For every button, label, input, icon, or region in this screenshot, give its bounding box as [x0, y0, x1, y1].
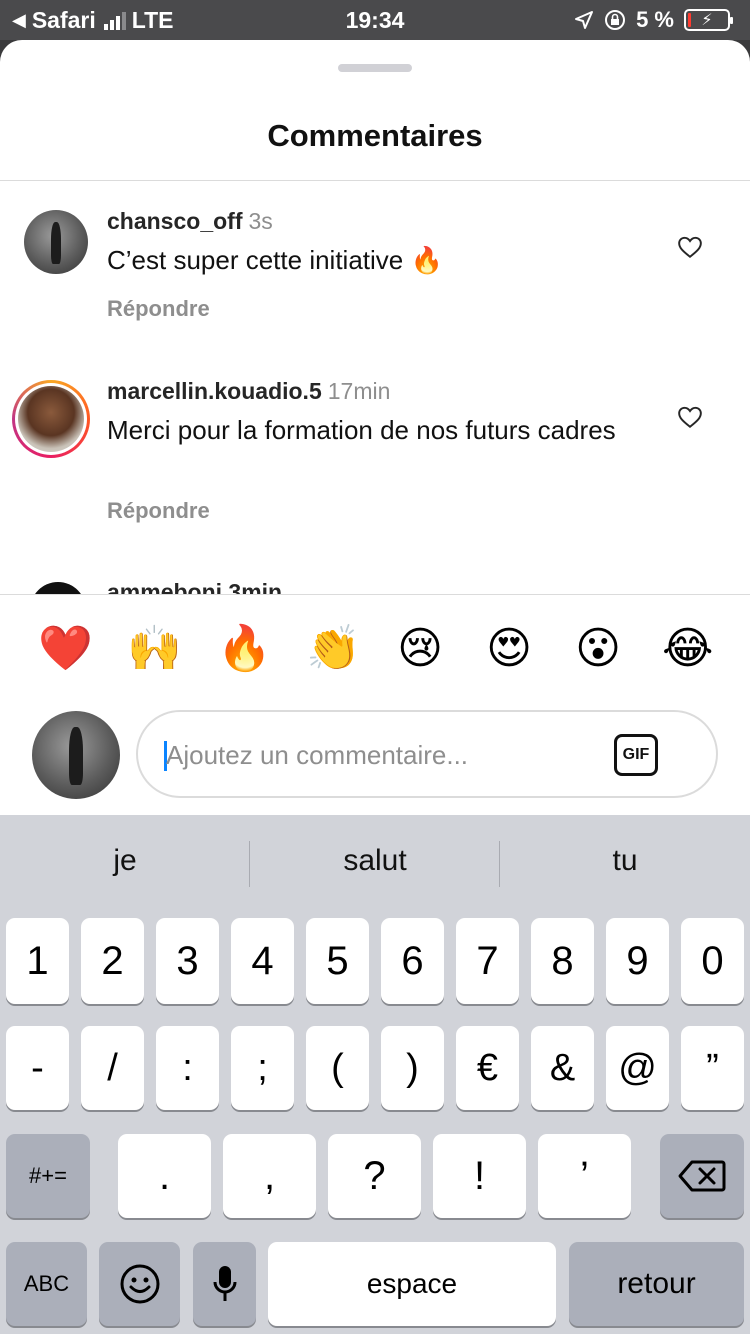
- header-divider: [0, 180, 750, 181]
- comment-username[interactable]: marcellin.kouadio.5: [107, 378, 322, 404]
- emoji-heart-eyes-button[interactable]: 😍: [484, 624, 534, 674]
- emoji-clap-button[interactable]: 👏: [306, 624, 361, 674]
- key-ampersand[interactable]: &: [531, 1026, 594, 1110]
- battery-percent: 5 %: [636, 7, 674, 32]
- key-comma[interactable]: ,: [223, 1134, 316, 1218]
- comment-header: marcellin.kouadio.5 17min: [107, 378, 390, 405]
- comment-text: C’est super cette initiative 🔥: [107, 245, 443, 275]
- emoji-fire-button[interactable]: 🔥: [217, 624, 272, 674]
- key-1[interactable]: 1: [6, 918, 69, 1004]
- comment-time: 17min: [327, 378, 391, 404]
- key-slash[interactable]: /: [81, 1026, 144, 1110]
- sheet-grabber[interactable]: [338, 64, 412, 72]
- comment-input[interactable]: Ajoutez un commentaire... GIF: [136, 710, 718, 798]
- key-open-paren[interactable]: (: [306, 1026, 369, 1110]
- emoji-divider: [0, 594, 750, 595]
- key-7[interactable]: 7: [456, 918, 519, 1004]
- dictation-key[interactable]: [193, 1242, 256, 1326]
- key-quote[interactable]: ”: [681, 1026, 744, 1110]
- key-4[interactable]: 4: [231, 918, 294, 1004]
- orientation-lock-icon: [605, 10, 626, 30]
- key-euro[interactable]: €: [456, 1026, 519, 1110]
- key-apostrophe[interactable]: ’: [538, 1134, 631, 1218]
- heart-icon[interactable]: [677, 404, 703, 430]
- key-abc[interactable]: ABC: [6, 1242, 87, 1326]
- suggestion-item[interactable]: je: [0, 835, 250, 887]
- key-3[interactable]: 3: [156, 918, 219, 1004]
- delete-key[interactable]: [660, 1134, 744, 1218]
- status-right: 5 % ⚡: [574, 7, 733, 33]
- return-key[interactable]: retour: [569, 1242, 744, 1326]
- space-key[interactable]: espace: [268, 1242, 556, 1326]
- reply-button[interactable]: Répondre: [107, 498, 210, 524]
- key-at[interactable]: @: [606, 1026, 669, 1110]
- emoji-raised-hands-button[interactable]: 🙌: [127, 624, 182, 674]
- key-6[interactable]: 6: [381, 918, 444, 1004]
- key-colon[interactable]: :: [156, 1026, 219, 1110]
- key-exclamation[interactable]: !: [433, 1134, 526, 1218]
- key-2[interactable]: 2: [81, 918, 144, 1004]
- backspace-icon: [678, 1160, 726, 1192]
- key-semicolon[interactable]: ;: [231, 1026, 294, 1110]
- key-close-paren[interactable]: ): [381, 1026, 444, 1110]
- avatar[interactable]: [24, 210, 88, 274]
- key-period[interactable]: .: [118, 1134, 211, 1218]
- key-9[interactable]: 9: [606, 918, 669, 1004]
- key-hyphen[interactable]: -: [6, 1026, 69, 1110]
- suggestion-item[interactable]: tu: [500, 835, 750, 887]
- gif-button[interactable]: GIF: [614, 734, 658, 776]
- heart-icon[interactable]: [677, 234, 703, 260]
- comment-header: chansco_off 3s: [107, 208, 273, 235]
- battery-icon: ⚡: [684, 9, 733, 31]
- emoji-heart-button[interactable]: ❤️: [38, 624, 93, 674]
- comment-text: Merci pour la formation de nos futurs ca…: [107, 415, 616, 445]
- key-8[interactable]: 8: [531, 918, 594, 1004]
- comment-time: 3s: [248, 208, 273, 234]
- emoji-crying-button[interactable]: 😢: [395, 624, 445, 674]
- microphone-icon: [213, 1266, 236, 1301]
- location-icon: [575, 11, 594, 29]
- emoji-laughing-button[interactable]: 😂: [662, 624, 713, 674]
- emoji-keyboard-key[interactable]: [99, 1242, 180, 1326]
- my-avatar: [32, 711, 120, 799]
- partial-comment-username: ammeboni 3min: [107, 579, 283, 595]
- key-question[interactable]: ?: [328, 1134, 421, 1218]
- reply-button[interactable]: Répondre: [107, 296, 210, 322]
- comment-username[interactable]: chansco_off: [107, 208, 242, 234]
- key-5[interactable]: 5: [306, 918, 369, 1004]
- predictive-bar: je salut tu: [0, 835, 750, 887]
- comments-sheet: Commentaires chansco_off 3s C’est super c…: [0, 40, 750, 815]
- story-ring-avatar[interactable]: [12, 380, 90, 458]
- keyboard: je salut tu 1 2 3 4 5 6 7 8 9 0 - / : ; …: [0, 815, 750, 1334]
- emoji-surprised-button[interactable]: 😮: [573, 624, 623, 674]
- key-0[interactable]: 0: [681, 918, 744, 1004]
- quick-emoji-bar: ❤️ 🙌 🔥 👏 😢 😍 😮 😂: [0, 624, 750, 680]
- suggestion-item[interactable]: salut: [250, 835, 500, 887]
- key-more-symbols[interactable]: #+=: [6, 1134, 90, 1218]
- emoji-smiley-icon: [120, 1264, 159, 1304]
- status-bar: ◀ Safari LTE 19:34 5 % ⚡: [0, 0, 750, 40]
- comment-input-placeholder: Ajoutez un commentaire...: [166, 740, 469, 770]
- sheet-title: Commentaires: [267, 118, 483, 153]
